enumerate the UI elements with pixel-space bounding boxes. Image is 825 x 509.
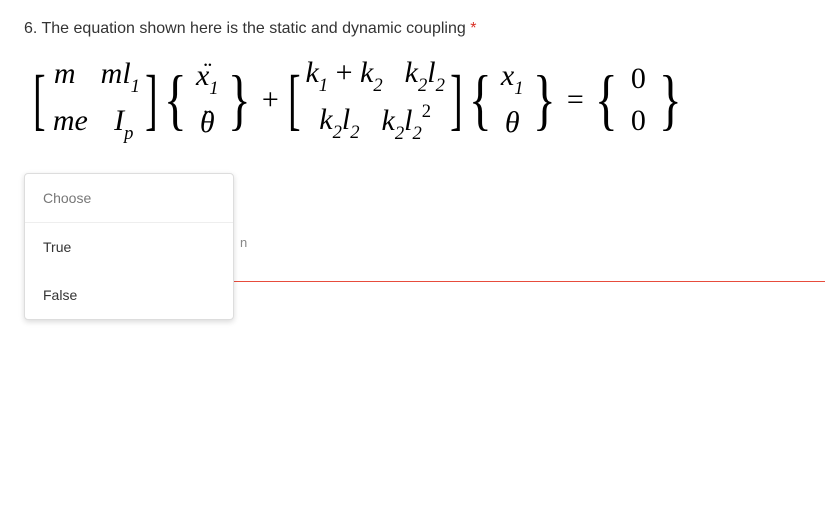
question-body: The equation shown here is the static an… xyxy=(42,20,466,37)
mass-matrix: m ml1 me Ip xyxy=(51,57,140,143)
st-r1c2: k2l2 xyxy=(405,56,445,95)
mm-r2c1: me xyxy=(53,104,88,143)
disp-r1: x1 xyxy=(498,59,526,98)
st-r2c2: k2l22 xyxy=(382,103,432,143)
zero-r1: 0 xyxy=(624,62,652,96)
lbrace2-icon: { xyxy=(468,71,491,129)
lbrace-icon: { xyxy=(164,71,187,129)
disp-vector: x1 θ xyxy=(498,59,526,140)
mm-r2c2: Ip xyxy=(110,104,138,143)
mm-r1c2: ml1 xyxy=(101,57,140,96)
zero-vector: 0 0 xyxy=(624,62,652,138)
zero-r2: 0 xyxy=(624,104,652,138)
lbracket-icon: [ xyxy=(33,71,45,129)
rbrace-icon: } xyxy=(228,71,251,129)
stiff-matrix: k1 + k2 k2l2 k2l2 k2l22 xyxy=(305,56,444,143)
stray-letter: n xyxy=(240,235,247,250)
question-text: 6. The equation shown here is the static… xyxy=(24,20,801,38)
plus-op: + xyxy=(262,83,279,117)
equals-op: = xyxy=(567,83,584,117)
question-number: 6. xyxy=(24,20,37,37)
accel-vector: x1 θ xyxy=(193,59,221,140)
rbrace2-icon: } xyxy=(533,71,556,129)
accel-r2: θ xyxy=(193,106,221,140)
equation-display: [ m ml1 me Ip ] { x1 θ } + [ k1 + k2 k2l… xyxy=(24,56,801,143)
rbrace3-icon: } xyxy=(659,71,682,129)
dropdown-option-true[interactable]: True xyxy=(25,223,233,271)
lbrace3-icon: { xyxy=(595,71,618,129)
accel-r1: x1 xyxy=(193,59,221,98)
dropdown-option-false[interactable]: False xyxy=(25,271,233,319)
mm-r1c1: m xyxy=(51,57,79,96)
st-r1c1: k1 + k2 xyxy=(305,56,382,95)
lbracket2-icon: [ xyxy=(288,71,300,129)
st-r2c1: k2l2 xyxy=(319,103,359,143)
answer-dropdown[interactable]: Choose True False xyxy=(24,173,234,320)
required-asterisk: * xyxy=(470,20,476,37)
dropdown-placeholder[interactable]: Choose xyxy=(25,174,233,223)
rbracket-icon: ] xyxy=(145,71,157,129)
rbracket2-icon: ] xyxy=(450,71,462,129)
disp-r2: θ xyxy=(498,106,526,140)
